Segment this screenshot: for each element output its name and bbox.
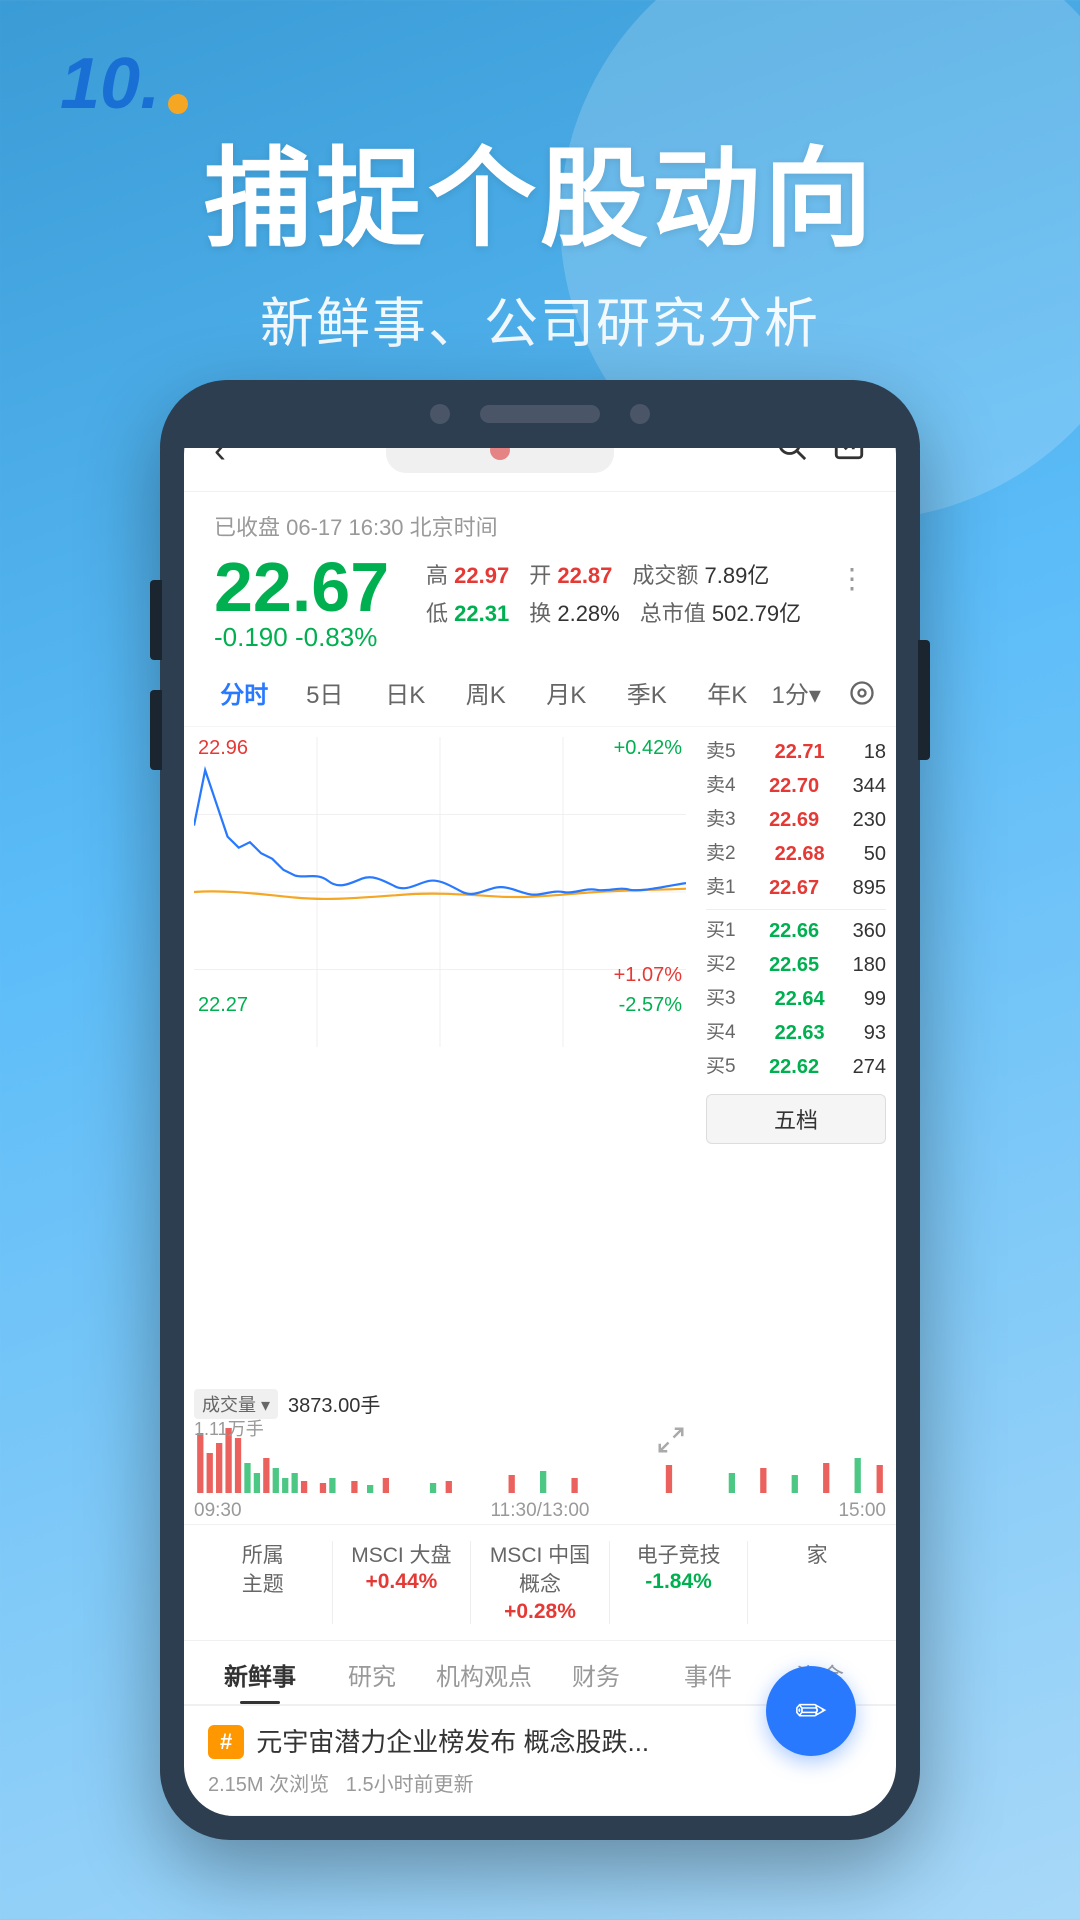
chart-orderbook-container: 22.96 22.27 +0.42% +1.07% -2.57% — [184, 727, 896, 1385]
chart-times: 09:30 11:30/13:00 15:00 — [184, 1498, 896, 1524]
tab-monthk[interactable]: 月K — [526, 669, 607, 716]
expand-icon[interactable] — [656, 1425, 686, 1460]
sector-info: 所属 主题 MSCI 大盘 +0.44% MSCI 中国概念 +0.28% 电子… — [184, 1524, 896, 1641]
amount-label: 成交额 7.89亿 — [632, 558, 769, 590]
chart-tabs: 分时 5日 日K 周K 月K 季K 年K 1分▾ — [184, 653, 896, 727]
chart-pct-mid: +1.07% — [614, 964, 682, 987]
tab-institution[interactable]: 机构观点 — [428, 1641, 540, 1704]
volume-button-2 — [150, 690, 162, 770]
speaker — [480, 405, 600, 423]
fullscreen-icon[interactable] — [848, 679, 876, 707]
tab-research[interactable]: 研究 — [316, 1641, 428, 1704]
power-button — [918, 640, 930, 760]
chart-price-low: 22.27 — [198, 994, 248, 1017]
news-title: 元宇宙潜力企业榜发布 概念股跌... — [256, 1724, 649, 1760]
volume-area: 成交量 ▾ 3873.00手 1.11万手 — [184, 1385, 896, 1498]
news-meta: 2.15M 次浏览 1.5小时前更新 — [208, 1768, 872, 1797]
market-cap-label: 总市值 502.79亿 — [640, 596, 801, 628]
time-midday: 11:30/13:00 — [491, 1500, 590, 1522]
ob-buy-2: 买2 22.65 180 — [706, 948, 886, 982]
ob-buy-3: 买3 22.64 99 — [706, 982, 886, 1016]
turnover-label: 换 2.28% — [529, 596, 620, 628]
fab-icon: ✏ — [795, 1689, 827, 1734]
phone-screen: ‹ ████████ 已收盘 06 — [184, 404, 896, 1816]
volume-sub: 1.11万手 — [194, 1415, 264, 1441]
phone-mockup: ‹ ████████ 已收盘 06 — [160, 380, 920, 1840]
stock-details: 高 22.97 开 22.87 成交额 7.89亿 — [426, 558, 801, 628]
fab-button[interactable]: ✏ — [766, 1666, 856, 1756]
sector-home[interactable]: 家 — [758, 1541, 876, 1624]
stock-change: -0.190 -0.83% — [214, 622, 389, 653]
chart-pct-top: +0.42% — [614, 737, 682, 760]
tab-5day[interactable]: 5日 — [285, 669, 366, 716]
low-turnover-row: 低 22.31 换 2.28% 总市值 502.79亿 — [426, 596, 801, 628]
volume-chart-svg — [194, 1423, 886, 1493]
ob-buy-1: 买1 22.66 360 — [706, 914, 886, 948]
ob-sell-2: 卖2 22.68 50 — [706, 837, 886, 871]
ob-sell-1: 卖1 22.67 895 — [706, 871, 886, 905]
news-tag: # — [208, 1725, 244, 1759]
time-close: 15:00 — [838, 1500, 886, 1522]
camera-right — [630, 404, 650, 424]
high-label: 高 22.97 — [426, 558, 509, 590]
ob-buy-4: 买4 22.63 93 — [706, 1016, 886, 1050]
high-open-row: 高 22.97 开 22.87 成交额 7.89亿 — [426, 558, 801, 590]
volume-button — [150, 580, 162, 660]
app-content: ‹ ████████ 已收盘 06 — [184, 404, 896, 1816]
tab-minute[interactable]: 分时 — [204, 669, 285, 716]
logo-dot — [168, 94, 188, 114]
time-open: 09:30 — [194, 1500, 242, 1522]
stock-status: 已收盘 06-17 16:30 北京时间 — [214, 510, 866, 542]
headline-main: 捕捉个股动向 — [0, 140, 1080, 259]
open-label: 开 22.87 — [529, 558, 612, 590]
sector-esports[interactable]: 电子竞技 -1.84% — [620, 1541, 738, 1624]
tab-yeark[interactable]: 年K — [687, 669, 768, 716]
ob-sell-3: 卖3 22.69 230 — [706, 803, 886, 837]
chart-pct-bottom: -2.57% — [619, 994, 682, 1017]
tab-seasonk[interactable]: 季K — [607, 669, 688, 716]
headline-sub: 新鲜事、公司研究分析 — [0, 279, 1080, 358]
sector-theme[interactable]: 所属 主题 — [204, 1541, 322, 1624]
tab-1min[interactable]: 1分▾ — [768, 669, 849, 716]
tab-finance[interactable]: 财务 — [540, 1641, 652, 1704]
low-label: 低 22.31 — [426, 596, 509, 628]
app-logo: 10. — [60, 48, 188, 120]
ob-sell-5: 卖5 22.71 18 — [706, 735, 886, 769]
volume-val: 3873.00手 — [288, 1389, 380, 1418]
price-chart-svg — [194, 737, 686, 1047]
ob-buy-5: 买5 22.62 274 — [706, 1050, 886, 1084]
menu-dots[interactable]: ⋮ — [838, 552, 866, 595]
logo-text: 10. — [60, 48, 160, 120]
stock-price: 22.67 — [214, 552, 389, 622]
tab-dayk[interactable]: 日K — [365, 669, 446, 716]
tab-news[interactable]: 新鲜事 — [204, 1641, 316, 1704]
sector-msci-large[interactable]: MSCI 大盘 +0.44% — [343, 1541, 461, 1624]
stock-info: 已收盘 06-17 16:30 北京时间 22.67 -0.190 -0.83%… — [184, 492, 896, 653]
volume-header: 成交量 ▾ 3873.00手 1.11万手 — [194, 1389, 886, 1419]
ob-sell-4: 卖4 22.70 344 — [706, 769, 886, 803]
order-book: 卖5 22.71 18 卖4 22.70 344 卖3 22.69 230 — [696, 727, 896, 1385]
headline-area: 捕捉个股动向 新鲜事、公司研究分析 — [0, 140, 1080, 358]
tab-weekk[interactable]: 周K — [446, 669, 527, 716]
tab-events[interactable]: 事件 — [652, 1641, 764, 1704]
camera-left — [430, 404, 450, 424]
five-tier-button[interactable]: 五档 — [706, 1094, 886, 1144]
chart-price-high: 22.96 — [198, 737, 248, 760]
main-chart: 22.96 22.27 +0.42% +1.07% -2.57% — [184, 727, 696, 1047]
sector-msci-china[interactable]: MSCI 中国概念 +0.28% — [481, 1541, 599, 1624]
stock-price-row: 22.67 -0.190 -0.83% 高 22.97 开 22.87 — [214, 552, 866, 653]
